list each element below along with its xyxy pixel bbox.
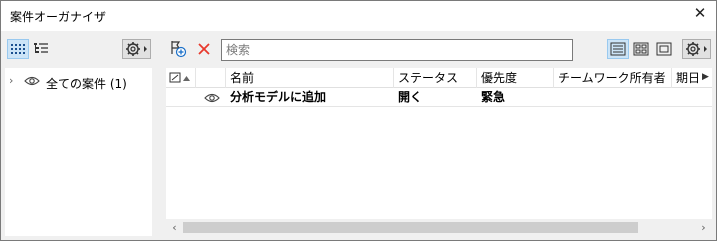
header-scroll-right-icon[interactable]: ▶ — [702, 72, 709, 82]
search-field[interactable] — [221, 39, 573, 61]
issue-tree: › 全ての案件 (1) — [5, 68, 152, 236]
organizer-body: › 全ての案件 (1) 検索 名前 ステータス 優先度 チームワーク所有者 期日… — [1, 31, 716, 240]
column-header-priority[interactable]: 優先度 — [477, 68, 554, 88]
table-header: 名前 ステータス 優先度 チームワーク所有者 期日 ▶ — [166, 68, 712, 88]
single-view-icon — [656, 42, 672, 56]
settings-icon — [125, 42, 147, 56]
marker-column-header[interactable] — [166, 68, 196, 88]
left-settings-button[interactable] — [122, 39, 151, 59]
scroll-left-icon[interactable]: ‹ — [166, 219, 183, 236]
add-issue-icon — [171, 41, 187, 58]
table-row[interactable]: 分析モデルに追加 開く 緊急 — [166, 88, 712, 107]
settings-icon — [685, 42, 707, 56]
tile-view-button[interactable] — [7, 39, 29, 59]
scrollbar-thumb[interactable] — [183, 222, 638, 233]
tree-view-button[interactable] — [30, 39, 52, 59]
tree-view-icon — [34, 43, 48, 53]
row-priority: 緊急 — [481, 90, 506, 104]
issue-organizer-window: 案件オーガナイザ ✕ › 全ての案件 (1) 検索 名前 ステータス 優先度 チ… — [0, 0, 717, 241]
column-header-name[interactable]: 名前 — [226, 68, 394, 88]
horizontal-scrollbar[interactable]: ‹ › — [166, 219, 712, 236]
grid-view-icon — [633, 42, 649, 56]
column-header-owner[interactable]: チームワーク所有者 — [554, 68, 672, 88]
left-toolbar — [1, 31, 158, 68]
delete-icon — [198, 43, 210, 55]
single-view-button[interactable] — [653, 39, 675, 59]
column-header-status[interactable]: ステータス — [394, 68, 477, 88]
issue-table: 名前 ステータス 優先度 チームワーク所有者 期日 ▶ 分析モデルに追加 開く … — [166, 68, 712, 236]
tree-item-label: 全ての案件 (1) — [46, 77, 127, 91]
eye-icon[interactable] — [24, 75, 40, 87]
row-visibility-cell[interactable] — [196, 88, 226, 107]
column-header-due[interactable]: 期日 — [672, 68, 700, 88]
tree-item-all-issues[interactable]: › 全ての案件 (1) — [5, 72, 152, 92]
tile-view-icon — [11, 44, 25, 54]
window-title: 案件オーガナイザ — [10, 10, 107, 24]
scroll-right-icon[interactable]: › — [695, 219, 712, 236]
list-view-icon — [610, 42, 626, 56]
title-bar: 案件オーガナイザ ✕ — [1, 1, 716, 31]
list-view-button[interactable] — [607, 39, 629, 59]
row-status: 開く — [398, 90, 423, 104]
pane-splitter[interactable] — [152, 68, 162, 240]
right-settings-button[interactable] — [682, 39, 711, 59]
row-name: 分析モデルに追加 — [230, 90, 327, 104]
add-issue-button[interactable] — [167, 39, 189, 59]
row-owner — [554, 88, 672, 107]
delete-issue-button[interactable] — [193, 39, 215, 59]
close-icon[interactable]: ✕ — [693, 6, 707, 21]
row-due — [672, 88, 712, 107]
chevron-right-icon[interactable]: › — [9, 74, 13, 87]
eye-icon[interactable] — [204, 92, 220, 104]
visibility-column-header[interactable] — [196, 68, 226, 88]
search-input[interactable] — [222, 40, 572, 60]
marker-sort-icon — [169, 72, 190, 83]
grid-view-button[interactable] — [630, 39, 652, 59]
right-toolbar — [162, 31, 716, 68]
